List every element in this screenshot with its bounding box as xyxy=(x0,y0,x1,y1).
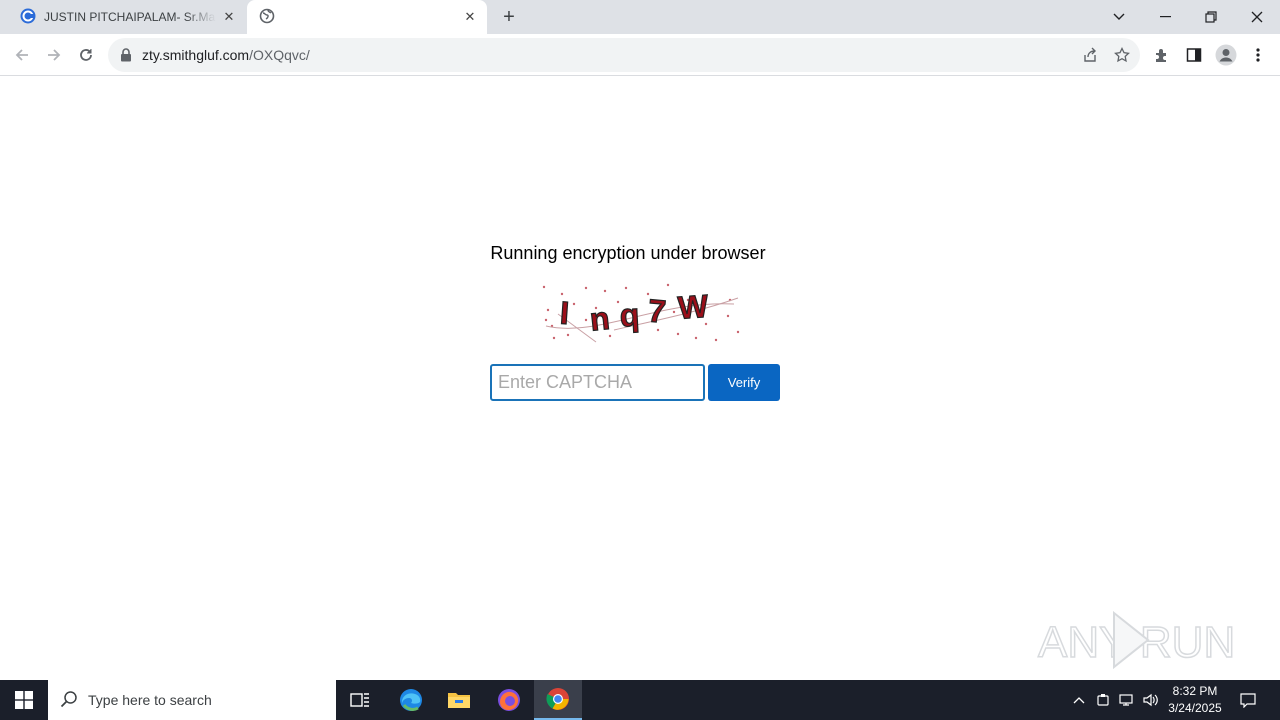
captcha-char: n xyxy=(588,300,611,338)
forward-arrow-icon[interactable] xyxy=(40,41,68,69)
system-clock[interactable]: 8:32 PM 3/24/2025 xyxy=(1160,683,1230,717)
captcha-char: W xyxy=(677,288,710,326)
clock-time: 8:32 PM xyxy=(1172,684,1218,698)
show-hidden-icons-chevron-icon[interactable] xyxy=(1068,680,1090,720)
anyrun-watermark-logo: ANY RUN xyxy=(1037,610,1236,670)
url-text: zty.smithgluf.com/OXQqvc/ xyxy=(142,47,310,63)
chrome-icon[interactable] xyxy=(534,680,582,720)
network-icon[interactable] xyxy=(1116,680,1138,720)
tab-justin[interactable]: JUSTIN PITCHAIPALAM- Sr.Manager ✕ xyxy=(8,0,246,34)
file-explorer-icon[interactable] xyxy=(438,680,480,720)
lock-icon[interactable] xyxy=(116,45,136,65)
notifications-icon[interactable] xyxy=(1234,680,1262,720)
meet-now-icon[interactable] xyxy=(1092,680,1114,720)
restore-icon[interactable] xyxy=(1188,0,1234,34)
share-icon[interactable] xyxy=(1080,45,1100,65)
search-placeholder: Type here to search xyxy=(88,692,212,708)
tab-strip: JUSTIN PITCHAIPALAM- Sr.Manager ✕ ✕ + xyxy=(0,0,1280,34)
close-tab-icon[interactable]: ✕ xyxy=(220,8,238,26)
kebab-menu-icon[interactable] xyxy=(1244,41,1272,69)
address-bar[interactable]: zty.smithgluf.com/OXQqvc/ xyxy=(108,38,1140,72)
windows-taskbar: Type here to search 8:32 PM 3/24/2025 xyxy=(0,680,1280,720)
captcha-char: q xyxy=(619,297,640,334)
extensions-icon[interactable] xyxy=(1148,41,1176,69)
reload-icon[interactable] xyxy=(72,41,100,69)
firefox-icon[interactable] xyxy=(488,680,530,720)
captcha-image: I n q 7 W xyxy=(542,283,740,343)
search-icon xyxy=(60,690,78,711)
page-content: Running encryption under browser I n q 7… xyxy=(0,77,1280,680)
side-panel-icon[interactable] xyxy=(1180,41,1208,69)
back-arrow-icon[interactable] xyxy=(8,41,36,69)
tab-active[interactable]: ✕ xyxy=(247,0,487,34)
task-view-icon[interactable] xyxy=(340,680,380,720)
captcha-input[interactable] xyxy=(490,364,705,401)
browser-toolbar: zty.smithgluf.com/OXQqvc/ xyxy=(0,34,1280,76)
windows-start-icon[interactable] xyxy=(0,680,48,720)
volume-icon[interactable] xyxy=(1140,680,1162,720)
tab-search-chevron-icon[interactable] xyxy=(1096,0,1142,34)
page-heading: Running encryption under browser xyxy=(490,243,766,263)
profile-avatar-icon[interactable] xyxy=(1212,41,1240,69)
globe-icon xyxy=(259,8,275,27)
minimize-icon[interactable] xyxy=(1142,0,1188,34)
captcha-char: 7 xyxy=(647,292,668,329)
edge-browser-icon[interactable] xyxy=(390,680,432,720)
captcha-char: I xyxy=(559,295,570,332)
verify-button[interactable]: Verify xyxy=(708,364,780,401)
clock-date: 3/24/2025 xyxy=(1168,701,1222,715)
close-tab-icon[interactable]: ✕ xyxy=(461,8,479,26)
close-window-icon[interactable] xyxy=(1234,0,1280,34)
taskbar-search-box[interactable]: Type here to search xyxy=(48,680,336,720)
tab-title: JUSTIN PITCHAIPALAM- Sr.Manager xyxy=(44,10,216,24)
site-favicon-icon xyxy=(20,8,36,27)
bookmark-star-icon[interactable] xyxy=(1112,45,1132,65)
new-tab-icon[interactable]: + xyxy=(498,6,520,28)
url-path: /OXQqvc/ xyxy=(249,47,310,63)
url-host: zty.smithgluf.com xyxy=(142,47,250,63)
